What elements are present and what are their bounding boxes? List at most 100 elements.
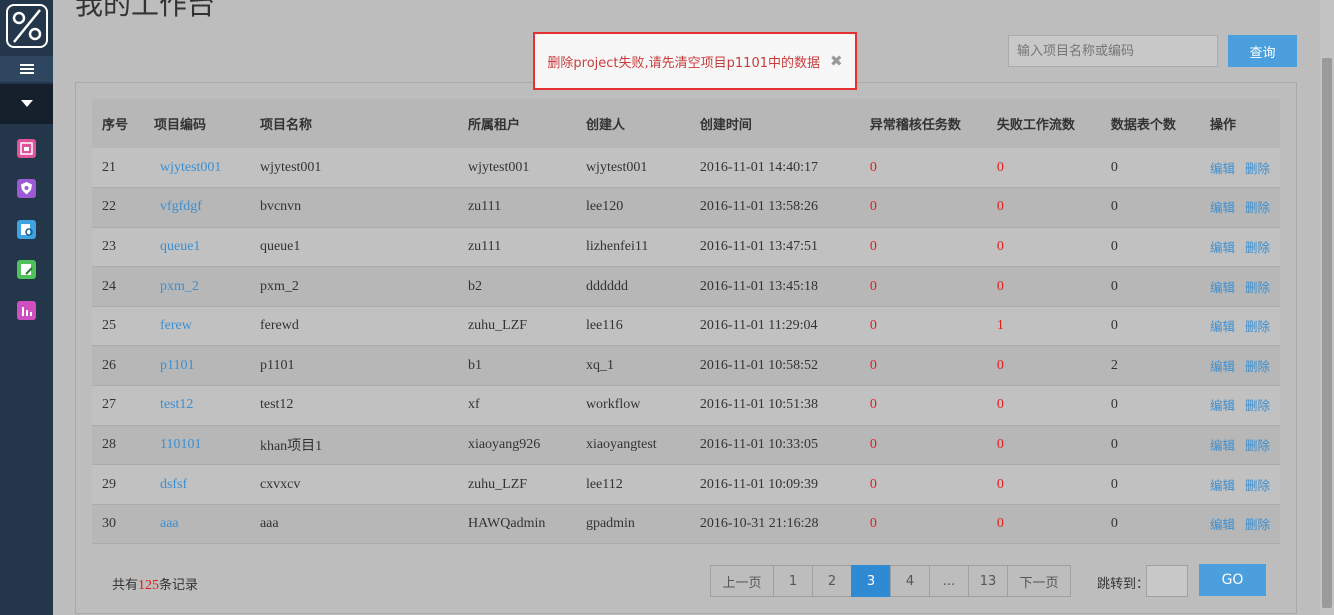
delete-link[interactable]: 删除 (1245, 200, 1270, 215)
table-cell: xq_1 (585, 357, 614, 373)
delete-link[interactable]: 删除 (1245, 319, 1270, 334)
chevron-down-icon[interactable] (0, 84, 53, 124)
edit-link[interactable]: 编辑 (1210, 438, 1235, 453)
edit-link[interactable]: 编辑 (1210, 517, 1235, 532)
table-cell: 27 (102, 397, 116, 413)
table-cell: dddddd (585, 278, 628, 294)
table-cell: 0 (1110, 516, 1118, 532)
actions-cell: 编辑 删除 (1200, 465, 1280, 505)
delete-link[interactable]: 删除 (1245, 161, 1270, 176)
page-button[interactable]: 4 (890, 565, 930, 597)
delete-link[interactable]: 删除 (1245, 478, 1270, 493)
table-cell: 0 (1110, 159, 1118, 175)
table-cell: 2016-11-01 13:47:51 (699, 238, 819, 254)
table-cell: 0 (996, 357, 1004, 373)
page-button[interactable]: 3 (851, 565, 891, 597)
delete-link[interactable]: 删除 (1245, 240, 1270, 255)
table-cell: 1 (996, 318, 1004, 334)
table-cell: xiaoyangtest (585, 436, 657, 452)
actions-cell: 编辑 删除 (1200, 306, 1280, 346)
project-code-link[interactable]: aaa (144, 504, 250, 544)
edit-link[interactable]: 编辑 (1210, 398, 1235, 413)
bar-chart-icon[interactable] (17, 301, 36, 320)
table-cell: lee116 (585, 318, 623, 334)
sidebar (0, 0, 53, 615)
delete-link[interactable]: 删除 (1245, 438, 1270, 453)
table-cell: 2016-11-01 10:58:52 (699, 357, 819, 373)
table-cell: lizhenfei11 (585, 238, 649, 254)
go-button[interactable]: GO (1199, 564, 1266, 596)
table-header-row: 序号 项目编码 项目名称 所属租户 创建人 创建时间 异常稽核任务数 失败工作流… (92, 99, 1280, 148)
table-cell: 29 (102, 476, 116, 492)
project-code-link[interactable]: 110101 (144, 425, 250, 465)
calendar-icon[interactable] (17, 139, 36, 158)
project-table: 序号 项目编码 项目名称 所属租户 创建人 创建时间 异常稽核任务数 失败工作流… (92, 99, 1280, 544)
project-code-link[interactable]: ferew (144, 306, 250, 346)
table-row: 22 vfgfdgf bvcnvn zu111 lee120 2016-11-01 13:… (92, 187, 1280, 228)
table-cell: 0 (869, 397, 877, 413)
edit-link[interactable]: 编辑 (1210, 478, 1235, 493)
edit-link[interactable]: 编辑 (1210, 280, 1235, 295)
search-doc-icon[interactable] (17, 220, 36, 239)
table-cell: gpadmin (585, 516, 635, 532)
project-code-link[interactable]: queue1 (144, 227, 250, 267)
table-cell: 0 (869, 516, 877, 532)
actions-cell: 编辑 删除 (1200, 267, 1280, 307)
table-row: 29 dsfsf cxvxcv zuhu_LZF lee112 2016-11-01 10… (92, 464, 1280, 505)
next-page-button[interactable]: 下一页 (1007, 565, 1071, 597)
prev-page-button[interactable]: 上一页 (710, 565, 774, 597)
project-code-link[interactable]: p1101 (144, 346, 250, 386)
table-cell: 0 (996, 238, 1004, 254)
edit-link[interactable]: 编辑 (1210, 161, 1235, 176)
edit-link[interactable]: 编辑 (1210, 200, 1235, 215)
edit-link[interactable]: 编辑 (1210, 319, 1235, 334)
column-header: 数据表个数 (1110, 118, 1176, 133)
page-button[interactable]: 2 (812, 565, 852, 597)
delete-link[interactable]: 删除 (1245, 398, 1270, 413)
table-cell: pxm_2 (259, 278, 299, 294)
page-button[interactable]: 13 (968, 565, 1008, 597)
edit-link[interactable]: 编辑 (1210, 240, 1235, 255)
table-cell: zuhu_LZF (467, 318, 528, 334)
scrollbar[interactable] (1320, 0, 1334, 615)
table-cell: 2016-10-31 21:16:28 (699, 516, 819, 532)
column-header: 失败工作流数 (996, 118, 1075, 133)
table-cell: 0 (1110, 397, 1118, 413)
shield-icon[interactable] (17, 179, 36, 198)
project-code-link[interactable]: pxm_2 (144, 267, 250, 307)
edit-doc-icon[interactable] (17, 260, 36, 279)
page-button[interactable]: 1 (773, 565, 813, 597)
table-cell: aaa (259, 516, 279, 532)
table-cell: 28 (102, 436, 116, 452)
page-button[interactable]: ... (929, 565, 969, 597)
jump-page-input[interactable] (1146, 565, 1188, 597)
table-cell: khan项目1 (259, 438, 323, 454)
project-code-link[interactable]: test12 (144, 386, 250, 426)
logo-icon[interactable] (6, 4, 48, 48)
project-code-link[interactable]: vfgfdgf (144, 188, 250, 228)
table-cell: 0 (869, 318, 877, 334)
table-row: 26 p1101 p1101 b1 xq_1 2016-11-01 10:58:52 0 0 2… (92, 345, 1280, 386)
delete-link[interactable]: 删除 (1245, 517, 1270, 532)
project-code-link[interactable]: wjytest001 (144, 148, 250, 188)
table-cell: 25 (102, 318, 116, 334)
table-cell: workflow (585, 397, 641, 413)
search-input[interactable] (1008, 35, 1218, 67)
error-toast: 删除project失败,请先清空项目p1101中的数据 ✖ (533, 32, 857, 90)
close-icon[interactable]: ✖ (830, 52, 843, 70)
record-count-prefix: 共有 (112, 578, 139, 593)
column-header: 操作 (1209, 118, 1236, 133)
table-cell: zuhu_LZF (467, 476, 528, 492)
table-cell: 0 (869, 199, 877, 215)
table-cell: 0 (996, 397, 1004, 413)
delete-link[interactable]: 删除 (1245, 359, 1270, 374)
project-code-link[interactable]: dsfsf (144, 465, 250, 505)
column-header: 异常稽核任务数 (869, 118, 961, 133)
edit-link[interactable]: 编辑 (1210, 359, 1235, 374)
delete-link[interactable]: 删除 (1245, 280, 1270, 295)
scroll-thumb[interactable] (1322, 58, 1332, 608)
table-cell: 2016-11-01 11:29:04 (699, 318, 818, 334)
menu-icon[interactable] (0, 56, 53, 82)
search-button[interactable]: 查询 (1228, 35, 1297, 67)
table-row: 27 test12 test12 xf workflow 2016-11-01 10:51… (92, 385, 1280, 426)
